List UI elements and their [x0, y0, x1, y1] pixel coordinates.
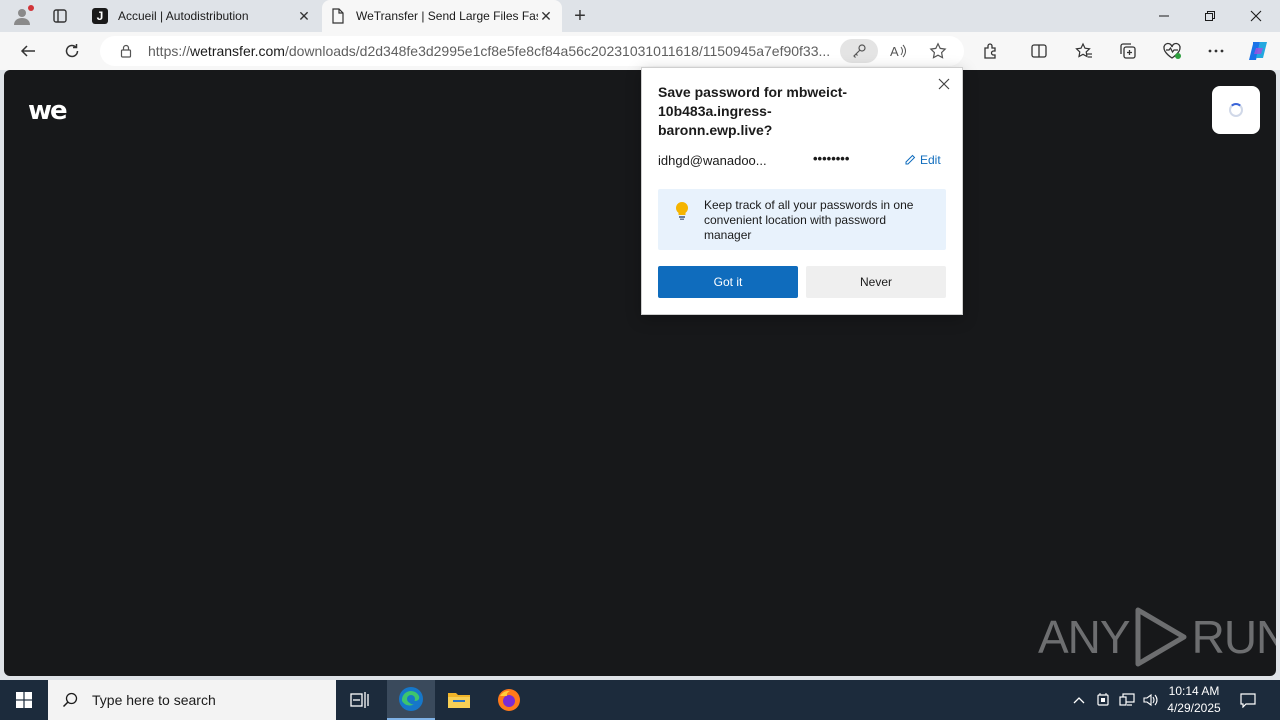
address-bar[interactable]: https://wetransfer.com/downloads/d2d348f… [100, 36, 964, 66]
tab-title: WeTransfer | Send Large Files Fast [356, 9, 538, 23]
play-triangle-icon [1135, 607, 1187, 667]
chevron-up-icon [1073, 697, 1085, 704]
folder-icon [448, 693, 470, 708]
anyrun-watermark: ANY RUN [1038, 606, 1276, 668]
puzzle-icon [984, 43, 996, 59]
close-window-button[interactable] [1233, 0, 1279, 32]
url-host: wetransfer.com [190, 43, 285, 59]
restore-button[interactable] [1187, 0, 1233, 32]
pencil-icon [905, 154, 916, 165]
clock-time: 10:14 AM [1168, 684, 1220, 698]
collections-icon [1120, 43, 1136, 59]
file-explorer-button[interactable] [435, 680, 483, 720]
close-dialog-button[interactable] [934, 74, 954, 94]
notifications-button[interactable] [1234, 680, 1262, 720]
lightbulb-icon [675, 201, 689, 220]
url-text[interactable]: https://wetransfer.com/downloads/d2d348f… [148, 43, 838, 59]
show-hidden-icons-button[interactable] [1068, 680, 1090, 720]
taskbar-search-box[interactable]: Type here to search [48, 680, 336, 720]
tab-wetransfer[interactable]: WeTransfer | Send Large Files Fast ✕ [322, 0, 562, 32]
wetransfer-logo[interactable]: we [28, 96, 68, 126]
watermark-text-left: ANY [1038, 611, 1131, 663]
task-view-button[interactable] [336, 680, 384, 720]
tab-autodistribution[interactable]: J Accueil | Autodistribution ✕ [84, 0, 320, 32]
tab-actions-button[interactable] [46, 4, 74, 28]
read-aloud-icon[interactable]: A [886, 39, 910, 63]
save-password-dialog: Save password for mbweict-10b483a.ingres… [641, 67, 963, 315]
windows-taskbar: Type here to search 10:14 AM 4/29/2025 [0, 680, 1280, 720]
url-scheme: https:// [148, 43, 191, 59]
volume-icon[interactable] [1140, 680, 1162, 720]
tray-device-icon[interactable] [1092, 680, 1114, 720]
notification-icon [1240, 693, 1256, 708]
lock-icon[interactable] [114, 39, 138, 63]
loading-spinner-icon [1229, 103, 1243, 117]
svg-text:A: A [890, 44, 899, 59]
extensions-button[interactable] [977, 37, 1005, 65]
task-view-icon [350, 692, 369, 708]
page-content: we ANY RUN [4, 70, 1276, 676]
clock-date: 4/29/2025 [1167, 701, 1221, 715]
back-button[interactable] [14, 37, 42, 65]
restore-icon [1205, 11, 1215, 21]
notification-dot [28, 5, 34, 11]
password-key-button[interactable] [840, 39, 878, 63]
copilot-icon [1249, 42, 1267, 60]
autodistribution-favicon-icon: J [92, 8, 108, 24]
windows-logo-icon [16, 692, 32, 708]
favorites-button[interactable] [1070, 37, 1098, 65]
close-tab-icon[interactable]: ✕ [296, 8, 312, 24]
copilot-button[interactable] [1244, 37, 1272, 65]
got-it-button[interactable]: Got it [658, 266, 798, 298]
more-dots-icon [1208, 49, 1224, 53]
new-tab-button[interactable]: + [568, 4, 592, 28]
key-icon [853, 44, 866, 58]
page-favicon-icon [330, 8, 346, 24]
password-manager-tip: Keep track of all your passwords in one … [658, 189, 946, 250]
edit-credentials-link[interactable]: Edit [904, 153, 941, 167]
network-icon[interactable] [1116, 680, 1138, 720]
minimize-icon [1159, 15, 1169, 17]
edit-label: Edit [920, 153, 941, 167]
never-button[interactable]: Never [806, 266, 946, 298]
firefox-button[interactable] [485, 680, 533, 720]
refresh-icon [65, 44, 79, 58]
url-path: /downloads/d2d348fe3d2995e1cf8e5fe8cf84a… [284, 43, 831, 59]
profile-button[interactable] [8, 4, 36, 28]
taskbar-clock[interactable]: 10:14 AM 4/29/2025 [1160, 683, 1228, 717]
search-placeholder: Type here to search [92, 692, 216, 708]
search-icon [62, 692, 78, 708]
favorite-star-icon[interactable] [926, 39, 950, 63]
split-screen-button[interactable] [1025, 37, 1053, 65]
edge-taskbar-button[interactable] [387, 680, 435, 720]
collections-button[interactable] [1114, 37, 1142, 65]
close-icon [1250, 10, 1262, 22]
heart-pulse-icon [1163, 42, 1181, 59]
close-tab-icon[interactable]: ✕ [538, 8, 554, 24]
tab-actions-icon [53, 9, 67, 23]
watermark-text-right: RUN [1191, 611, 1276, 663]
split-screen-icon [1031, 44, 1047, 58]
browser-essentials-button[interactable] [1158, 37, 1186, 65]
tab-title: Accueil | Autodistribution [118, 9, 249, 23]
username-value: idhgd@wanadoo... [658, 153, 767, 168]
settings-more-button[interactable] [1202, 37, 1230, 65]
password-mask: •••••••• [813, 151, 850, 166]
tab-strip: J Accueil | Autodistribution ✕ WeTransfe… [0, 0, 1280, 32]
minimize-button[interactable] [1141, 0, 1187, 32]
refresh-button[interactable] [58, 37, 86, 65]
favorites-icon [1075, 42, 1092, 58]
tip-text: Keep track of all your passwords in one … [704, 198, 914, 242]
dialog-title: Save password for mbweict-10b483a.ingres… [658, 84, 848, 138]
loading-button[interactable] [1212, 86, 1260, 134]
close-icon [938, 78, 950, 90]
firefox-icon [498, 689, 520, 711]
edge-icon [399, 687, 423, 711]
back-arrow-icon [20, 45, 35, 57]
start-button[interactable] [0, 680, 48, 720]
browser-toolbar: https://wetransfer.com/downloads/d2d348f… [0, 32, 1280, 70]
